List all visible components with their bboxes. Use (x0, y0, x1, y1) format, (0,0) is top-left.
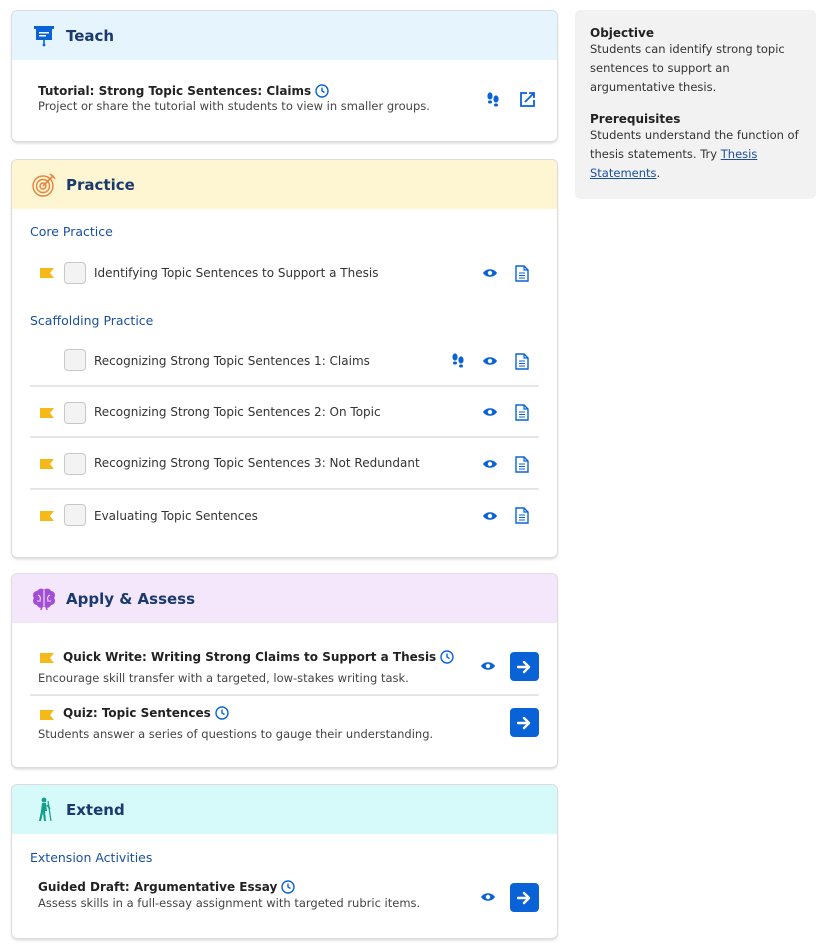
practice-title: Practice (66, 175, 135, 194)
extend-title: Extend (66, 800, 125, 819)
flag-icon (40, 653, 54, 663)
preview-eye-icon[interactable] (482, 354, 498, 368)
document-icon[interactable] (514, 264, 530, 282)
flag-icon (40, 511, 54, 521)
practice-row: Recognizing Strong Topic Sentences 1: Cl… (30, 344, 539, 384)
flag-icon (40, 459, 54, 469)
extension-activities-heading: Extension Activities (30, 850, 153, 865)
preview-eye-icon[interactable] (480, 659, 496, 673)
clock-icon (215, 706, 229, 720)
preview-eye-icon[interactable] (482, 509, 498, 523)
extend-header: Extend (12, 785, 557, 834)
practice-header: Practice (12, 160, 557, 209)
assign-arrow-button[interactable] (510, 652, 539, 681)
arrow-right-icon (517, 660, 531, 673)
practice-item-label[interactable]: Evaluating Topic Sentences (94, 509, 258, 523)
preview-eye-icon[interactable] (480, 890, 496, 904)
extension-item-title[interactable]: Guided Draft: Argumentative Essay (38, 880, 295, 894)
item-checkbox[interactable] (64, 402, 86, 424)
assessment-title-text[interactable]: Quiz: Topic Sentences (63, 706, 211, 720)
prerequisites-text-start: Students understand the function of thes… (590, 128, 799, 161)
flag-icon (40, 408, 54, 418)
prerequisites-heading: Prerequisites (590, 112, 681, 126)
objective-panel: Objective Students can identify strong t… (575, 10, 816, 199)
preview-eye-icon[interactable] (482, 266, 498, 280)
presentation-board-icon (30, 22, 58, 50)
assessment-row: Quiz: Topic Sentences Students answer a … (30, 694, 539, 750)
assessment-title-text[interactable]: Quick Write: Writing Strong Claims to Su… (63, 650, 436, 664)
practice-item-label[interactable]: Recognizing Strong Topic Sentences 2: On… (94, 405, 381, 419)
clock-icon (281, 880, 295, 894)
apply-assess-card: Apply & Assess Quick Write: Writing Stro… (12, 574, 557, 767)
objective-heading: Objective (590, 26, 654, 40)
footsteps-icon[interactable] (450, 353, 466, 369)
practice-row: Recognizing Strong Topic Sentences 2: On… (30, 385, 539, 436)
practice-item-label[interactable]: Recognizing Strong Topic Sentences 1: Cl… (94, 354, 370, 368)
item-checkbox[interactable] (64, 262, 86, 284)
hiker-icon (30, 796, 58, 824)
assign-arrow-button[interactable] (510, 708, 539, 737)
tutorial-title-text[interactable]: Tutorial: Strong Topic Sentences: Claims (38, 84, 311, 98)
extend-card: Extend Extension Activities Guided Draft… (12, 785, 557, 938)
practice-card: Practice Core Practice Identifying Topic… (12, 160, 557, 557)
assessment-title[interactable]: Quiz: Topic Sentences (63, 706, 229, 720)
document-icon[interactable] (514, 352, 530, 370)
share-icon[interactable] (518, 90, 536, 108)
document-icon[interactable] (514, 403, 530, 421)
clock-icon (440, 650, 454, 664)
assessment-row: Quick Write: Writing Strong Claims to Su… (30, 644, 539, 694)
preview-eye-icon[interactable] (482, 405, 498, 419)
document-icon[interactable] (514, 455, 530, 473)
preview-eye-icon[interactable] (482, 457, 498, 471)
flag-icon (40, 710, 54, 720)
arrow-right-icon (517, 716, 531, 729)
extension-item-title-text[interactable]: Guided Draft: Argumentative Essay (38, 880, 277, 894)
tutorial-desc: Project or share the tutorial with stude… (38, 99, 430, 113)
practice-row: Recognizing Strong Topic Sentences 3: No… (30, 436, 539, 488)
assessment-title[interactable]: Quick Write: Writing Strong Claims to Su… (63, 650, 454, 664)
brain-icon (30, 585, 58, 613)
teach-header: Teach (12, 11, 557, 60)
assessment-desc: Students answer a series of questions to… (38, 727, 434, 741)
teach-card: Teach Tutorial: Strong Topic Sentences: … (12, 11, 557, 141)
extension-item-desc: Assess skills in a full-essay assignment… (38, 896, 421, 910)
prerequisites-text-end: . (656, 166, 661, 180)
clock-icon (315, 84, 329, 98)
apply-assess-title: Apply & Assess (66, 589, 196, 608)
item-checkbox[interactable] (64, 453, 86, 475)
practice-row: Evaluating Topic Sentences (30, 488, 539, 540)
document-icon[interactable] (514, 506, 530, 524)
teach-title: Teach (66, 26, 115, 45)
flag-icon (40, 268, 54, 278)
scaffolding-practice-heading: Scaffolding Practice (30, 313, 154, 328)
footsteps-icon[interactable] (485, 91, 501, 109)
practice-row: Identifying Topic Sentences to Support a… (30, 256, 539, 290)
practice-item-label[interactable]: Recognizing Strong Topic Sentences 3: No… (94, 456, 420, 470)
objective-text: Students can identify strong topic sente… (590, 42, 785, 94)
apply-assess-header: Apply & Assess (12, 574, 557, 623)
arrow-right-icon (517, 891, 531, 904)
item-checkbox[interactable] (64, 349, 86, 371)
prerequisites-text: Students understand the function of thes… (590, 126, 801, 183)
item-checkbox[interactable] (64, 504, 86, 526)
assign-arrow-button[interactable] (510, 883, 539, 912)
tutorial-title[interactable]: Tutorial: Strong Topic Sentences: Claims (38, 84, 329, 98)
practice-item-label[interactable]: Identifying Topic Sentences to Support a… (94, 266, 378, 280)
target-icon (30, 171, 58, 199)
assessment-desc: Encourage skill transfer with a targeted… (38, 671, 409, 685)
core-practice-heading: Core Practice (30, 224, 113, 239)
